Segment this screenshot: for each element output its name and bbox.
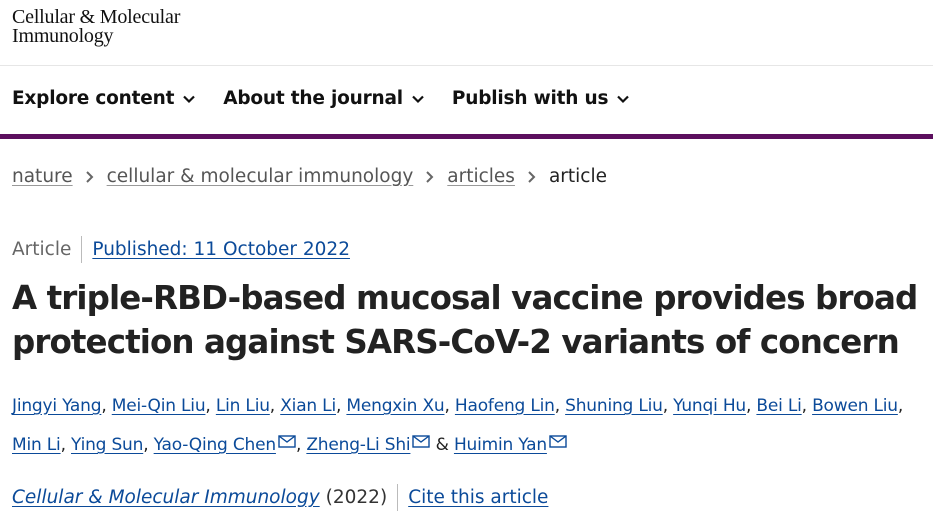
chevron-down-icon xyxy=(617,95,630,103)
article-type: Article xyxy=(12,239,72,260)
author-list: Jingyi Yang, Mei-Qin Liu, Lin Liu, Xian … xyxy=(12,396,904,455)
nav-about-journal[interactable]: About the journal xyxy=(223,88,425,109)
nav-explore-content-label: Explore content xyxy=(12,88,175,109)
accent-bar xyxy=(0,134,933,139)
author-link[interactable]: Mei-Qin Liu xyxy=(112,396,206,416)
nav-publish-with-us[interactable]: Publish with us xyxy=(452,88,630,109)
chevron-down-icon xyxy=(412,95,424,103)
publication-year: (2022) xyxy=(325,487,388,508)
meta-divider xyxy=(81,236,83,263)
email-icon[interactable] xyxy=(412,435,431,448)
breadcrumb-nature[interactable]: nature xyxy=(12,166,73,187)
author-link[interactable]: Yao-Qing Chen xyxy=(154,435,276,455)
author-link[interactable]: Jingyi Yang xyxy=(12,396,102,416)
author-link[interactable]: Mengxin Xu xyxy=(346,396,444,416)
article-meta: Article Published: 11 October 2022 xyxy=(12,236,350,263)
cite-article-link[interactable]: Cite this article xyxy=(408,487,548,508)
citation-line: Cellular & Molecular Immunology (2022) C… xyxy=(12,484,548,511)
breadcrumb-journal[interactable]: cellular & molecular immunology xyxy=(107,166,414,187)
breadcrumb: nature cellular & molecular immunology a… xyxy=(12,166,607,187)
journal-link[interactable]: Cellular & Molecular Immunology xyxy=(12,487,320,508)
chevron-right-icon xyxy=(528,170,536,183)
nav-about-journal-label: About the journal xyxy=(223,88,403,109)
main-nav: Explore content About the journal Publis… xyxy=(12,88,657,109)
author-link[interactable]: Bowen Liu xyxy=(812,396,898,416)
email-icon[interactable] xyxy=(549,435,567,448)
author-link[interactable]: Xian Li xyxy=(280,396,336,416)
chevron-right-icon xyxy=(85,170,94,183)
author-link[interactable]: Bei Li xyxy=(756,396,801,416)
author-link[interactable]: Huimin Yan xyxy=(454,435,547,455)
article-title: A triple-RBD-based mucosal vaccine provi… xyxy=(12,279,918,361)
breadcrumb-current: article xyxy=(548,166,607,187)
logo-line-2: Immunology xyxy=(12,25,114,47)
published-date-link[interactable]: Published: 11 October 2022 xyxy=(92,239,350,260)
author-link[interactable]: Min Li xyxy=(12,435,61,455)
journal-logo[interactable]: Cellular & Molecular Immunology xyxy=(12,7,180,47)
nav-publish-with-us-label: Publish with us xyxy=(451,88,609,109)
chevron-right-icon xyxy=(426,170,434,183)
author-conjunction: & xyxy=(435,435,449,455)
author-link[interactable]: Lin Liu xyxy=(216,396,270,416)
chevron-down-icon xyxy=(183,95,196,103)
author-link[interactable]: Zheng-Li Shi xyxy=(306,435,410,455)
header-divider xyxy=(0,65,933,66)
cite-divider xyxy=(397,484,399,511)
author-link[interactable]: Haofeng Lin xyxy=(455,396,555,416)
author-link[interactable]: Ying Sun xyxy=(71,435,143,455)
author-link[interactable]: Yunqi Hu xyxy=(673,396,746,416)
author-link[interactable]: Shuning Liu xyxy=(565,396,663,416)
breadcrumb-articles[interactable]: articles xyxy=(447,166,515,187)
email-icon[interactable] xyxy=(278,435,296,448)
nav-explore-content[interactable]: Explore content xyxy=(12,88,196,109)
